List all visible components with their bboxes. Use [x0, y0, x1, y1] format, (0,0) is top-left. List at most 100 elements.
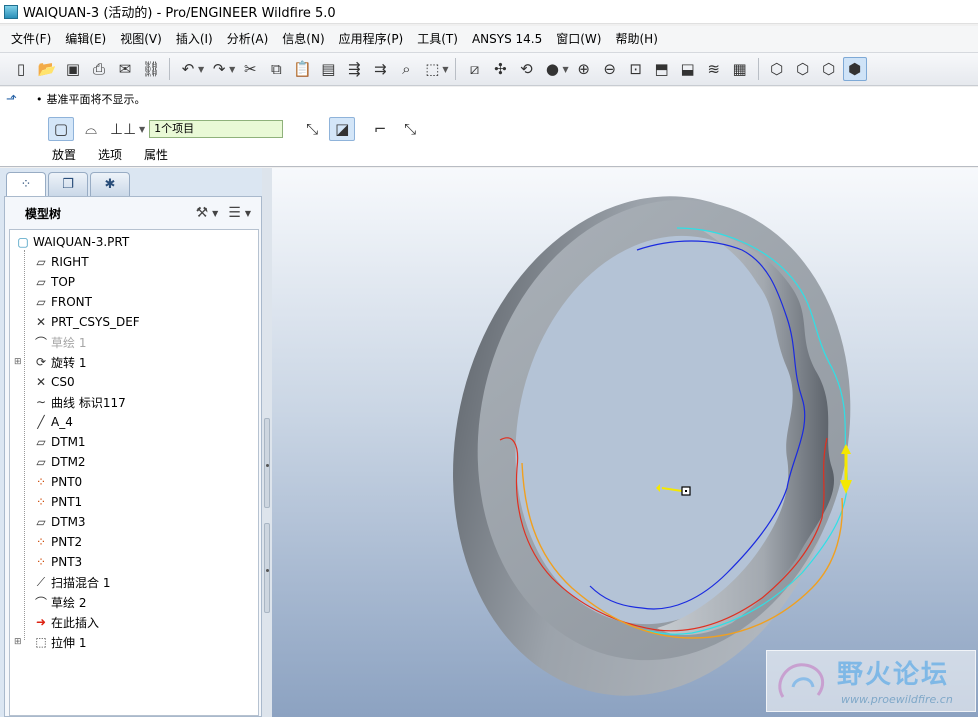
zoom-out-icon[interactable]: ⊖ [598, 57, 622, 81]
menu-item-0[interactable]: 文件(F) [4, 28, 58, 50]
saved-views-icon[interactable]: ⬓ [676, 57, 700, 81]
undo-icon[interactable]: ↶ [176, 57, 200, 81]
view-manager-icon[interactable]: ▦ [728, 57, 752, 81]
chevron-down-icon[interactable]: ▼ [245, 209, 251, 218]
tree-item[interactable]: ∼ 曲线 标识117 [32, 392, 126, 412]
main-toolbar: ▯ 📂 ▣ ⎙ ✉ ⛓ ↶ ▼ ↷ ▼ ✂ ⧉ 📋 ▤ ⇶ ⇉ ⌕ ⬚ ▼ ⧄ … [0, 52, 978, 86]
paste-icon[interactable]: 📋 [290, 57, 314, 81]
open-file-icon[interactable]: 📂 [35, 57, 59, 81]
tree-item[interactable]: ✕ CS0 [32, 372, 75, 392]
tree-item[interactable]: ▢ WAIQUAN-3.PRT [14, 232, 129, 252]
select-box-icon[interactable]: ⬚ [420, 57, 444, 81]
tree-item[interactable]: ⟋ 扫描混合 1 [32, 572, 111, 592]
tree-item[interactable]: ✕ PRT_CSYS_DEF [32, 312, 140, 332]
menu-item-5[interactable]: 信息(N) [275, 28, 331, 50]
menu-item-4[interactable]: 分析(A) [220, 28, 276, 50]
tree-item[interactable]: ⁘ PNT1 [32, 492, 82, 512]
menu-item-1[interactable]: 编辑(E) [58, 28, 113, 50]
sash-grip[interactable] [264, 418, 270, 508]
refit-icon[interactable]: ⊡ [624, 57, 648, 81]
layers-icon[interactable]: ≋ [702, 57, 726, 81]
chevron-down-icon[interactable]: ▼ [212, 209, 218, 218]
tree-item[interactable]: ▱ FRONT [32, 292, 92, 312]
solid-icon[interactable]: ▢ [48, 117, 74, 141]
menu-item-3[interactable]: 插入(I) [169, 28, 220, 50]
selection-collector[interactable]: 1个项目 [149, 120, 284, 138]
flip-direction-icon[interactable]: ⤡ [299, 117, 325, 141]
tree-item[interactable]: ⁘ PNT3 [32, 552, 82, 572]
chevron-down-icon[interactable]: ▼ [198, 65, 204, 74]
depth-arrow-head-down[interactable] [840, 480, 852, 494]
spin-center-icon[interactable]: ✣ [488, 57, 512, 81]
tree-item[interactable]: ➜ 在此插入 [32, 612, 99, 632]
toolbar-separator [455, 58, 457, 80]
tab-options[interactable]: 选项 [98, 146, 122, 163]
tree-settings-icon[interactable]: ⚒ [196, 205, 209, 221]
model-tree-header: 模型树 ⚒ ▼ ☰ ▼ [5, 197, 261, 229]
repaint-icon[interactable]: ⧄ [462, 57, 486, 81]
tree-item-label: DTM3 [51, 515, 86, 529]
tree-columns-icon[interactable]: ☰ [228, 205, 241, 221]
sash-grip[interactable] [264, 523, 270, 613]
tab-properties[interactable]: 属性 [144, 146, 168, 163]
menu-item-7[interactable]: 工具(T) [410, 28, 465, 50]
menu-item-9[interactable]: 窗口(W) [549, 28, 608, 50]
orient-mode-icon[interactable]: ⟲ [514, 57, 538, 81]
send-link-icon[interactable]: ⛓ [139, 57, 163, 81]
wireframe-icon[interactable]: ⬡ [765, 57, 789, 81]
model-tree-tab-icon[interactable]: ⁘ [6, 172, 46, 196]
save-icon[interactable]: ▣ [61, 57, 85, 81]
redo-icon[interactable]: ↷ [207, 57, 231, 81]
no-hidden-icon[interactable]: ⬡ [817, 57, 841, 81]
shading-icon[interactable]: ⬢ [842, 57, 867, 81]
tree-item[interactable]: ⁘ PNT0 [32, 472, 82, 492]
tree-item[interactable]: ▱ TOP [32, 272, 75, 292]
tree-item[interactable]: ⁘ PNT2 [32, 532, 82, 552]
tree-item[interactable]: ▱ RIGHT [32, 252, 88, 272]
favorites-tab-icon[interactable]: ✱ [90, 172, 130, 196]
graphics-window[interactable]: 野火论坛 www.proewildfire.cn [272, 168, 978, 717]
flip-thicken-icon[interactable]: ⤡ [397, 117, 423, 141]
new-file-icon[interactable]: ▯ [9, 57, 33, 81]
chevron-down-icon[interactable]: ▼ [562, 65, 568, 74]
tree-item[interactable]: ▱ DTM3 [32, 512, 86, 532]
reorient-icon[interactable]: ⬒ [650, 57, 674, 81]
appearance-sphere-icon[interactable]: ● [540, 57, 564, 81]
regen-manager-icon[interactable]: ⇉ [368, 57, 392, 81]
menu-item-6[interactable]: 应用程序(P) [332, 28, 411, 50]
chevron-down-icon[interactable]: ▼ [139, 125, 145, 134]
panel-sash[interactable] [262, 168, 272, 717]
paste-special-icon[interactable]: ▤ [316, 57, 340, 81]
datum-point-icon: ⁘ [35, 495, 47, 509]
find-icon[interactable]: ⌕ [394, 57, 418, 81]
folder-browser-tab-icon[interactable]: ❐ [48, 172, 88, 196]
tree-item[interactable]: ╱ A_4 [32, 412, 72, 432]
tree-item[interactable]: ▱ DTM2 [32, 452, 85, 472]
expand-icon[interactable]: ⊞ [14, 357, 22, 367]
app-icon [4, 4, 18, 19]
menu-item-2[interactable]: 视图(V) [113, 28, 169, 50]
remove-material-icon[interactable]: ◪ [329, 117, 356, 141]
chevron-down-icon[interactable]: ▼ [229, 65, 235, 74]
tree-item[interactable]: ⊞ ⬚ 拉伸 1 [14, 632, 86, 652]
depth-option-icon[interactable]: ⊥⊥ [108, 117, 138, 141]
thicken-icon[interactable]: ⌐ [367, 117, 393, 141]
print-icon[interactable]: ⎙ [87, 57, 111, 81]
copy-icon[interactable]: ⧉ [264, 57, 288, 81]
menu-item-8[interactable]: ANSYS 14.5 [465, 28, 549, 50]
hidden-line-icon[interactable]: ⬡ [791, 57, 815, 81]
tree-item[interactable]: ⌒ 草绘 2 [32, 592, 86, 612]
cut-icon[interactable]: ✂ [238, 57, 262, 81]
zoom-in-icon[interactable]: ⊕ [572, 57, 596, 81]
regenerate-icon[interactable]: ⇶ [342, 57, 366, 81]
tree-item[interactable]: ⌒ 草绘 1 [32, 332, 86, 352]
chevron-down-icon[interactable]: ▼ [442, 65, 448, 74]
menu-item-10[interactable]: 帮助(H) [608, 28, 664, 50]
tab-placement[interactable]: 放置 [52, 146, 76, 163]
tree-item[interactable]: ▱ DTM1 [32, 432, 85, 452]
tree-item[interactable]: ⊞ ⟳ 旋转 1 [14, 352, 87, 372]
send-mail-icon[interactable]: ✉ [113, 57, 137, 81]
tree-item-label: 旋转 1 [51, 355, 87, 370]
expand-icon[interactable]: ⊞ [14, 637, 22, 647]
surface-icon[interactable]: ⌓ [78, 117, 104, 141]
